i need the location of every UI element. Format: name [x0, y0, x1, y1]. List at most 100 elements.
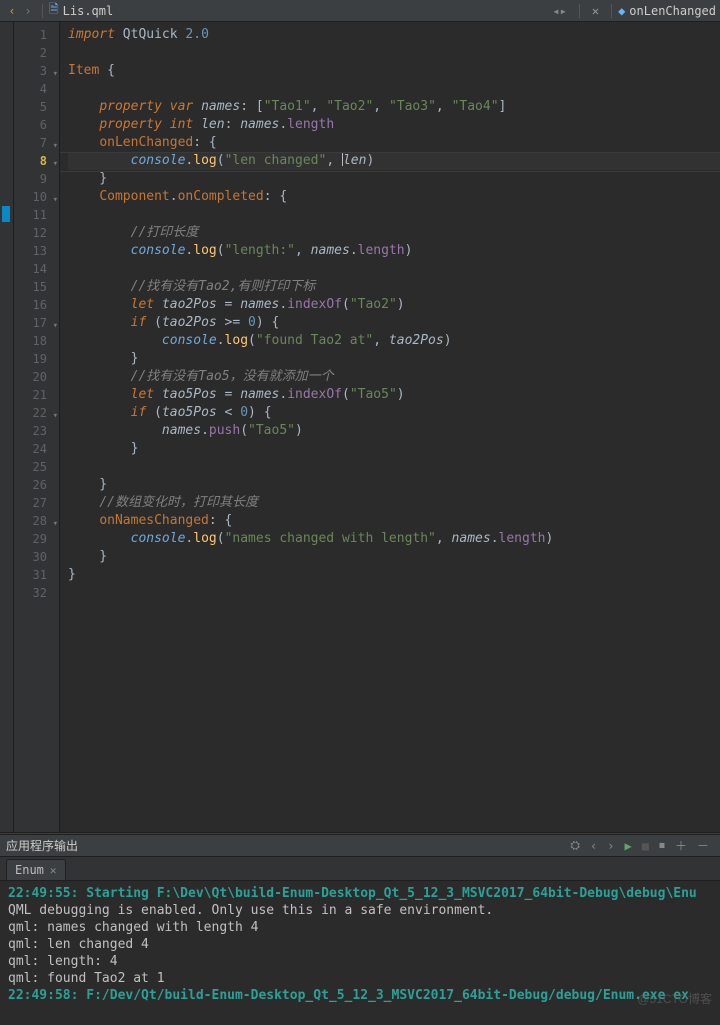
nav-back-button[interactable]: ‹	[4, 4, 20, 18]
line-number[interactable]: 9	[14, 170, 59, 188]
code-line[interactable]: }	[68, 170, 720, 188]
output-next-icon[interactable]: ›	[607, 839, 614, 853]
line-number[interactable]: 1	[14, 26, 59, 44]
line-number[interactable]: 28▾	[14, 512, 59, 530]
line-number[interactable]: 24	[14, 440, 59, 458]
code-line[interactable]	[68, 44, 720, 62]
code-line[interactable]: }	[68, 476, 720, 494]
line-number[interactable]: 2	[14, 44, 59, 62]
line-number[interactable]: 19	[14, 350, 59, 368]
code-line[interactable]	[68, 260, 720, 278]
code-line[interactable]	[68, 80, 720, 98]
output-line: qml: length: 4	[8, 953, 712, 970]
marker-rail	[0, 22, 14, 832]
code-line[interactable]: let tao2Pos = names.indexOf("Tao2")	[68, 296, 720, 314]
code-line[interactable]: if (tao2Pos >= 0) {	[68, 314, 720, 332]
line-number[interactable]: 8▾	[14, 152, 59, 170]
application-output-panel: 应用程序输出 ⛭ ‹ › ▶ ■ ⏹ ＋ － Enum ✕ @51CTO博客 2…	[0, 835, 720, 1025]
nav-forward-button[interactable]: ›	[20, 4, 36, 18]
code-line[interactable]: console.log("len changed", len)	[68, 152, 720, 170]
output-body[interactable]: @51CTO博客 22:49:55: Starting F:\Dev\Qt\bu…	[0, 881, 720, 1025]
line-number-gutter[interactable]: 123▾4567▾8▾910▾11121314151617▾1819202122…	[14, 22, 60, 832]
close-file-button[interactable]: ✕	[592, 4, 599, 18]
code-line[interactable]: onLenChanged: {	[68, 134, 720, 152]
run-button[interactable]: ▶	[624, 839, 631, 853]
line-number[interactable]: 10▾	[14, 188, 59, 206]
line-number[interactable]: 20	[14, 368, 59, 386]
line-number[interactable]: 7▾	[14, 134, 59, 152]
line-number[interactable]: 22▾	[14, 404, 59, 422]
code-line[interactable]: console.log("names changed with length",…	[68, 530, 720, 548]
line-number[interactable]: 12	[14, 224, 59, 242]
line-number[interactable]: 5	[14, 98, 59, 116]
code-line[interactable]: names.push("Tao5")	[68, 422, 720, 440]
output-settings-icon[interactable]: ⛭	[570, 838, 580, 853]
file-icon: 🗎	[49, 0, 59, 21]
toolbar-separator	[42, 4, 43, 18]
line-number[interactable]: 23	[14, 422, 59, 440]
code-line[interactable]: console.log("length:", names.length)	[68, 242, 720, 260]
code-line[interactable]	[68, 206, 720, 224]
code-line[interactable]: //找有没有Tao2,有则打印下标	[68, 278, 720, 296]
code-line[interactable]: Component.onCompleted: {	[68, 188, 720, 206]
code-line[interactable]: }	[68, 440, 720, 458]
code-line[interactable]	[68, 584, 720, 602]
code-line[interactable]: let tao5Pos = names.indexOf("Tao5")	[68, 386, 720, 404]
output-tab-enum[interactable]: Enum ✕	[6, 859, 66, 880]
line-number[interactable]: 21	[14, 386, 59, 404]
line-number[interactable]: 3▾	[14, 62, 59, 80]
code-line[interactable]: }	[68, 350, 720, 368]
output-prev-icon[interactable]: ‹	[590, 839, 597, 853]
output-line: QML debugging is enabled. Only use this …	[8, 902, 712, 919]
output-line: qml: len changed 4	[8, 936, 712, 953]
code-line[interactable]: Item {	[68, 62, 720, 80]
add-output-icon[interactable]: ＋	[675, 837, 687, 854]
code-line[interactable]: console.log("found Tao2 at", tao2Pos)	[68, 332, 720, 350]
close-tab-icon[interactable]: ✕	[50, 864, 57, 877]
line-number[interactable]: 25	[14, 458, 59, 476]
code-line[interactable]: //打印长度	[68, 224, 720, 242]
code-line[interactable]: onNamesChanged: {	[68, 512, 720, 530]
output-tabbar: Enum ✕	[0, 857, 720, 881]
line-number[interactable]: 31	[14, 566, 59, 584]
remove-output-icon[interactable]: －	[697, 837, 709, 854]
code-line[interactable]	[68, 458, 720, 476]
code-line[interactable]: }	[68, 548, 720, 566]
stop-all-icon[interactable]: ⏹	[659, 838, 665, 853]
symbol-icon: ◆	[618, 4, 625, 18]
line-number[interactable]: 32	[14, 584, 59, 602]
output-line: 22:49:55: Starting F:\Dev\Qt\build-Enum-…	[8, 885, 712, 902]
line-number[interactable]: 14	[14, 260, 59, 278]
current-symbol[interactable]: onLenChanged	[629, 4, 716, 18]
code-editor[interactable]: 123▾4567▾8▾910▾11121314151617▾1819202122…	[0, 22, 720, 832]
current-file-name[interactable]: Lis.qml	[63, 4, 114, 18]
line-number[interactable]: 17▾	[14, 314, 59, 332]
toolbar-separator	[579, 4, 580, 18]
line-number[interactable]: 18	[14, 332, 59, 350]
output-tab-label: Enum	[15, 863, 44, 877]
line-number[interactable]: 4	[14, 80, 59, 98]
line-number[interactable]: 15	[14, 278, 59, 296]
code-line[interactable]: property int len: names.length	[68, 116, 720, 134]
line-number[interactable]: 26	[14, 476, 59, 494]
line-number[interactable]: 30	[14, 548, 59, 566]
code-line[interactable]: }	[68, 566, 720, 584]
output-title: 应用程序输出	[6, 837, 78, 854]
line-number[interactable]: 11	[14, 206, 59, 224]
output-line: qml: names changed with length 4	[8, 919, 712, 936]
line-number[interactable]: 13	[14, 242, 59, 260]
code-line[interactable]: //数组变化时，打印其长度	[68, 494, 720, 512]
output-line: qml: found Tao2 at 1	[8, 970, 712, 987]
code-line[interactable]: property var names: ["Tao1", "Tao2", "Ta…	[68, 98, 720, 116]
toolbar-separator	[611, 4, 612, 18]
line-number[interactable]: 29	[14, 530, 59, 548]
code-line[interactable]: import QtQuick 2.0	[68, 26, 720, 44]
code-area[interactable]: import QtQuick 2.0 Item { property var na…	[60, 22, 720, 832]
file-dropdown-icon[interactable]: ◂▸	[552, 4, 566, 18]
code-line[interactable]: if (tao5Pos < 0) {	[68, 404, 720, 422]
line-number[interactable]: 16	[14, 296, 59, 314]
code-line[interactable]: //找有没有Tao5，没有就添加一个	[68, 368, 720, 386]
line-number[interactable]: 6	[14, 116, 59, 134]
line-number[interactable]: 27	[14, 494, 59, 512]
stop-button[interactable]: ■	[642, 839, 649, 853]
